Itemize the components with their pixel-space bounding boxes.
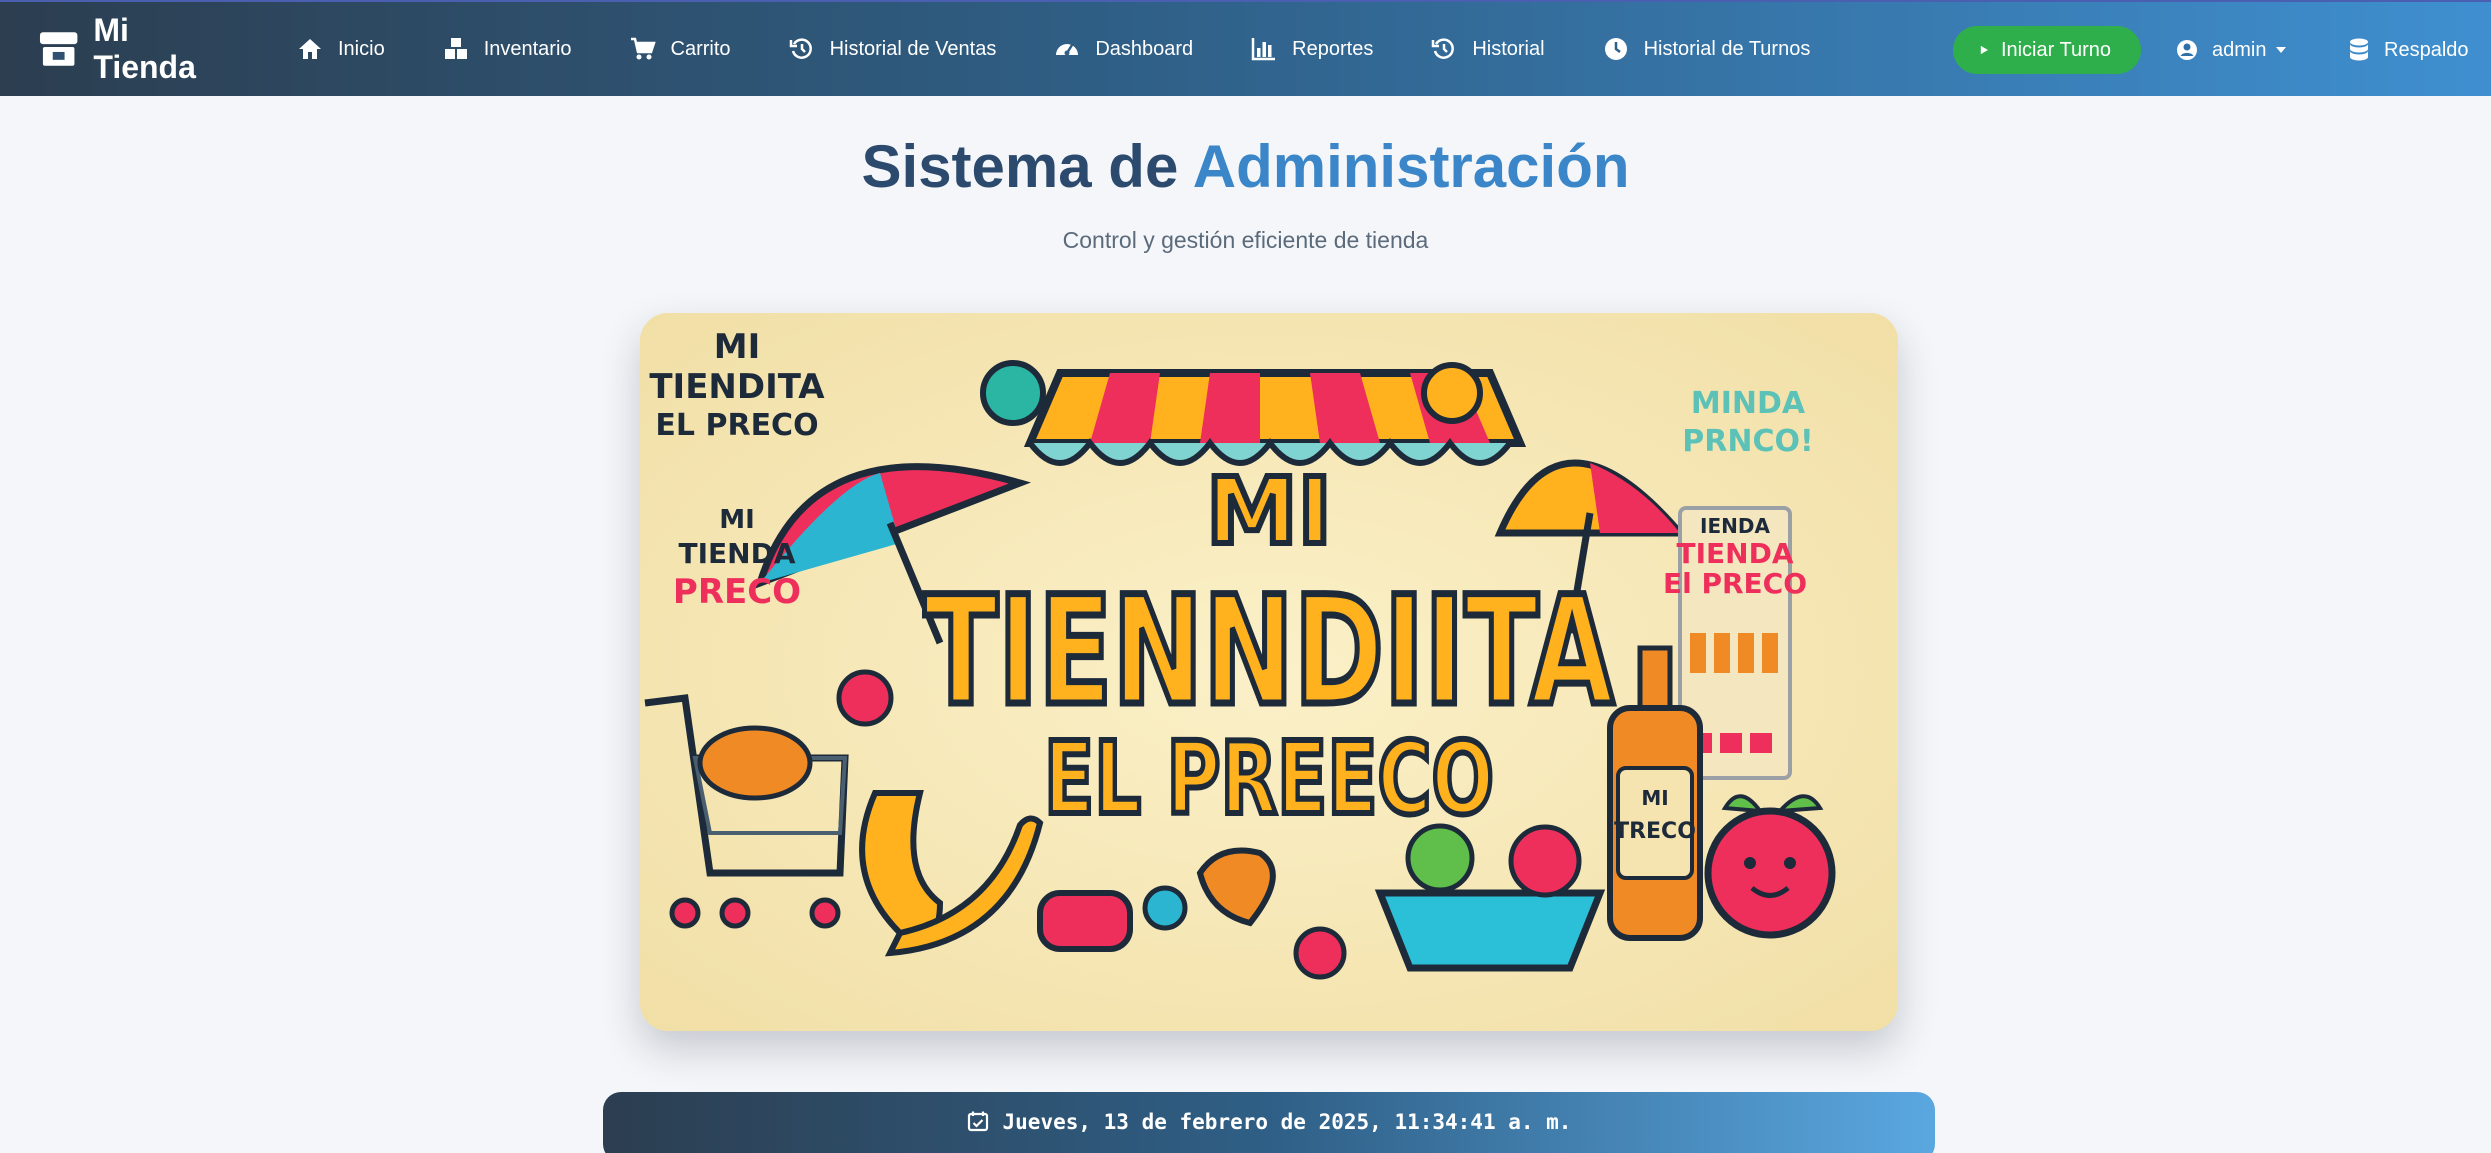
brand-link[interactable]: Mi Tienda [38,12,238,86]
sun-graphic [1421,362,1483,424]
history-icon [1432,38,1455,59]
banner-right-1: IENDA [1700,514,1770,538]
banner-main-line-2: TIENNDIITA [924,565,1614,739]
nav-menu: Inicio Inventario Carrito Historial de V… [268,1,1839,97]
banner-left-3: PRECO [673,572,801,612]
gauge-icon [1056,44,1079,56]
boxes-icon [444,38,467,59]
nav-item-historial-turnos[interactable]: Historial de Turnos [1574,1,1840,97]
cart-icon [630,37,656,60]
nav-item-historial-ventas[interactable]: Historial de Ventas [760,1,1026,97]
nav-item-dashboard[interactable]: Dashboard [1025,1,1222,97]
title-part-2: Administración [1192,133,1630,200]
banner-corner-tr-1: MINDA [1691,386,1806,421]
datetime-bar: Jueves, 13 de febrero de 2025, 11:34:41 … [603,1092,1935,1153]
backup-link[interactable]: Respaldo [2348,26,2469,74]
database-icon [2350,38,2368,61]
brand-name: Mi Tienda [93,12,196,85]
backup-label: Respaldo [2384,38,2469,61]
start-shift-button[interactable]: Iniciar Turno [1953,26,2141,74]
page-title: Sistema de Administración [0,132,2491,201]
nav-item-inventario[interactable]: Inventario [414,1,601,97]
banner-main-line-3: EL PREECO [1044,720,1494,837]
nav-item-inicio[interactable]: Inicio [268,1,414,97]
nav-item-carrito[interactable]: Carrito [601,1,760,97]
start-shift-label: Iniciar Turno [2000,38,2111,61]
bottle-label-2: TRECO [1614,819,1696,844]
store-banner-image: MI TIENNDIITA EL PREECO MI TIENDITA EL P… [640,313,1898,1031]
banner-corner-tl-1: MI [714,327,760,367]
user-name: admin [2212,38,2267,61]
banner-left-2: TIENDA [679,537,796,570]
calendar-check-icon [967,1111,988,1132]
nav-item-reportes[interactable]: Reportes [1222,1,1402,97]
nav-label: Historial de Turnos [1643,37,1811,60]
user-dropdown[interactable]: admin [2176,26,2287,74]
chevron-down-icon [2276,47,2287,53]
nav-label: Reportes [1292,37,1374,60]
top-navbar: Mi Tienda Inicio Inventario Carrito Hist… [0,0,2491,96]
berry-graphic [1142,885,1188,931]
home-icon [299,39,321,59]
banner-main-line-1: MI [1206,458,1332,565]
store-icon [39,32,78,66]
nav-label: Carrito [670,37,731,60]
current-datetime: Jueves, 13 de febrero de 2025, 11:34:41 … [1002,1110,1572,1134]
nav-label: Historial de Ventas [829,37,997,60]
play-icon [1980,45,1989,55]
nav-label: Dashboard [1095,37,1194,60]
history-icon [789,38,812,59]
banner-corner-tr-2: PRNCO! [1682,424,1813,459]
nav-label: Historial [1472,37,1545,60]
nav-item-historial[interactable]: Historial [1402,1,1573,97]
banner-right-3: El PRECO [1663,567,1807,600]
bar-chart-icon [1251,38,1276,61]
banner-corner-tl-2: TIENDITA [649,367,825,407]
nav-label: Inventario [483,37,572,60]
radish-graphic [1293,926,1347,980]
page-subtitle: Control y gestión eficiente de tienda [1062,227,1429,253]
banner-right-2: TIENDA [1677,537,1794,570]
banner-corner-tl-3: EL PRECO [655,408,818,443]
bottle-label-1: MI [1641,786,1668,810]
banner-left-1: MI [719,505,755,535]
ball-graphic [980,360,1046,426]
nav-label: Inicio [338,37,385,60]
tomato-graphic [836,669,894,727]
clock-icon [1604,38,1627,60]
candy-graphic [1037,890,1133,952]
title-part-1: Sistema de [861,133,1193,200]
user-circle-icon [2177,40,2197,60]
